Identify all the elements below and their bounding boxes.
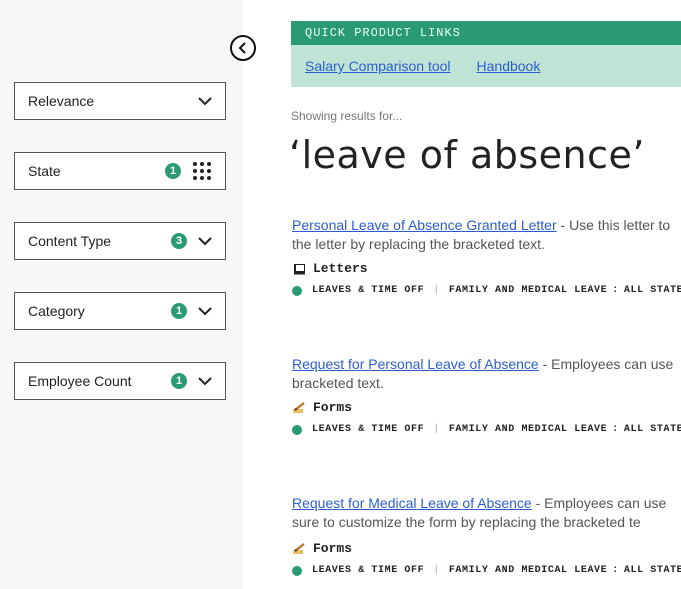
search-result: Request for Personal Leave of Absence - …: [292, 355, 681, 435]
result-type: Forms: [292, 541, 681, 556]
search-result: Personal Leave of Absence Granted Letter…: [292, 216, 681, 296]
result-description: bracketed text.: [292, 375, 384, 391]
category-dot-icon: [292, 424, 302, 435]
filter-state[interactable]: State 1: [14, 152, 226, 190]
tag-separator: :: [612, 285, 619, 296]
form-pencil-icon: [292, 542, 306, 555]
main-content: QUICK PRODUCT LINKS Salary Comparison to…: [243, 0, 681, 589]
tag-subcategory[interactable]: FAMILY AND MEDICAL LEAVE: [449, 565, 607, 576]
category-dot-icon: [292, 565, 302, 576]
collapse-sidebar-button[interactable]: [230, 35, 256, 61]
filter-sidebar: Relevance State 1 Content Type 3 Categor…: [0, 0, 243, 589]
filter-label: Relevance: [28, 93, 95, 109]
filter-label: Content Type: [28, 233, 112, 249]
tag-category[interactable]: LEAVES & TIME OFF: [312, 424, 424, 435]
tag-category[interactable]: LEAVES & TIME OFF: [312, 565, 424, 576]
result-description: - Use this letter to: [556, 217, 671, 233]
filter-employee-count[interactable]: Employee Count 1: [14, 362, 226, 400]
filter-count-badge: 3: [171, 233, 187, 249]
result-title-link[interactable]: Personal Leave of Absence Granted Letter: [292, 217, 557, 233]
result-tags: LEAVES & TIME OFF | FAMILY AND MEDICAL L…: [292, 424, 681, 435]
result-tags: LEAVES & TIME OFF | FAMILY AND MEDICAL L…: [292, 285, 681, 296]
tag-separator: :: [612, 565, 619, 576]
tag-category[interactable]: LEAVES & TIME OFF: [312, 285, 424, 296]
search-result: Request for Medical Leave of Absence - E…: [292, 494, 681, 576]
result-title-link[interactable]: Request for Personal Leave of Absence: [292, 356, 539, 372]
filter-label: Employee Count: [28, 373, 132, 389]
chevron-down-icon: [198, 237, 212, 246]
tag-separator: |: [433, 565, 440, 576]
filter-count-badge: 1: [171, 373, 187, 389]
result-type: Letters: [292, 261, 681, 276]
result-description: the letter by replacing the bracketed te…: [292, 236, 545, 252]
filter-content-type[interactable]: Content Type 3: [14, 222, 226, 260]
tag-state[interactable]: ALL STATES: [624, 285, 681, 296]
chevron-down-icon: [198, 97, 212, 106]
quick-link-salary-comparison[interactable]: Salary Comparison tool: [305, 58, 451, 74]
showing-results-label: Showing results for...: [291, 109, 403, 123]
tag-state[interactable]: ALL STATES: [624, 565, 681, 576]
quick-link-handbook[interactable]: Handbook: [477, 58, 541, 74]
result-description: sure to customize the form by replacing …: [292, 514, 641, 530]
filter-category[interactable]: Category 1: [14, 292, 226, 330]
quick-links-header: QUICK PRODUCT LINKS: [291, 21, 681, 45]
tag-state[interactable]: ALL STATES: [624, 424, 681, 435]
search-query-title: ‘leave of absence’: [289, 133, 645, 177]
result-type-label: Forms: [313, 400, 353, 415]
result-tags: LEAVES & TIME OFF | FAMILY AND MEDICAL L…: [292, 565, 681, 576]
tag-separator: :: [612, 424, 619, 435]
tag-subcategory[interactable]: FAMILY AND MEDICAL LEAVE: [449, 424, 607, 435]
tag-subcategory[interactable]: FAMILY AND MEDICAL LEAVE: [449, 285, 607, 296]
chevron-left-icon: [238, 42, 246, 54]
filter-relevance[interactable]: Relevance: [14, 82, 226, 120]
grid-dots-icon: [191, 160, 213, 182]
chevron-down-icon: [198, 307, 212, 316]
result-type-label: Forms: [313, 541, 353, 556]
chevron-down-icon: [198, 377, 212, 386]
tag-separator: |: [433, 285, 440, 296]
tag-separator: |: [433, 424, 440, 435]
result-title-link[interactable]: Request for Medical Leave of Absence: [292, 495, 532, 511]
result-description: - Employees can use: [538, 356, 674, 372]
book-icon: [292, 263, 306, 275]
filter-count-badge: 1: [171, 303, 187, 319]
quick-links-bar: Salary Comparison tool Handbook: [291, 45, 681, 87]
form-pencil-icon: [292, 401, 306, 414]
result-type: Forms: [292, 400, 681, 415]
filter-count-badge: 1: [165, 163, 181, 179]
filter-label: State: [28, 163, 61, 179]
result-description: - Employees can use: [531, 495, 667, 511]
result-type-label: Letters: [313, 261, 368, 276]
category-dot-icon: [292, 285, 302, 296]
filter-label: Category: [28, 303, 85, 319]
